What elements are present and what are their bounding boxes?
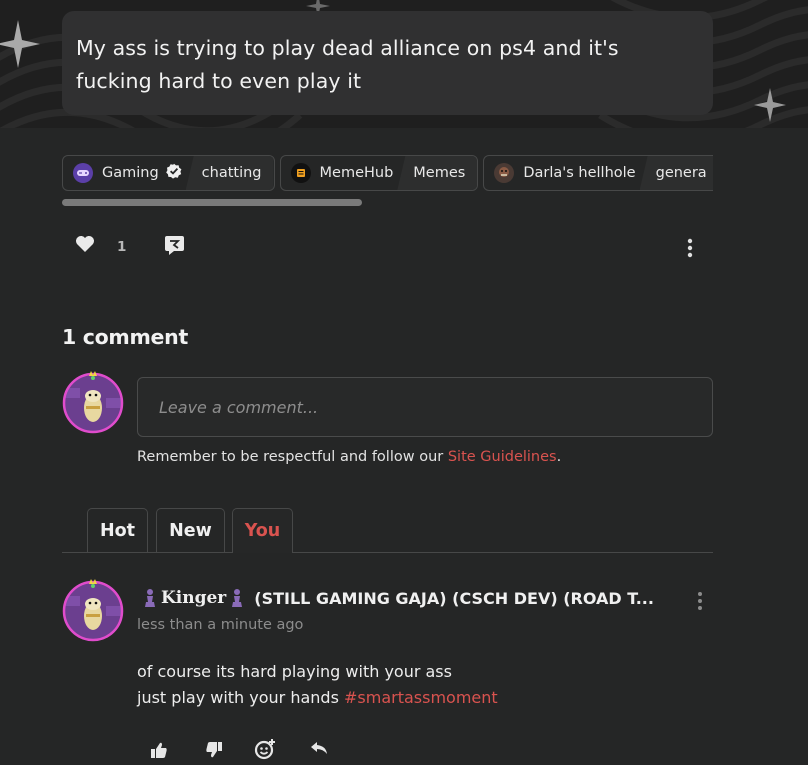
comment-reaction-button[interactable]	[164, 235, 185, 256]
more-vertical-icon	[687, 238, 693, 258]
site-guidelines-link[interactable]: Site Guidelines	[448, 449, 557, 465]
comment-more-options-button[interactable]	[696, 591, 704, 615]
reply-arrow-icon	[311, 742, 327, 754]
comment-timestamp: less than a minute ago	[137, 617, 304, 633]
emoji-add-icon	[254, 739, 275, 760]
post-more-options-button[interactable]	[686, 238, 694, 262]
subcategory-label[interactable]: chatting	[185, 156, 274, 190]
subcategory-label[interactable]: Memes	[397, 156, 478, 190]
comment-body: of course its hard playing with your ass…	[137, 659, 498, 711]
comment-user-flair: (STILL GAMING GAJA) (CSCH DEV) (ROAD T..…	[254, 588, 654, 608]
post-banner: My ass is trying to play dead alliance o…	[0, 0, 808, 128]
comment-author-row: Kinger (STILL GAMING GAJA) (CSCH DEV) (R…	[143, 585, 683, 611]
guidelines-text: Remember to be respectful and follow our	[137, 449, 448, 465]
memehub-icon	[290, 163, 311, 183]
subcategory-label[interactable]: genera	[639, 156, 713, 190]
comments-count-heading: 1 comment	[62, 325, 188, 349]
current-user-avatar[interactable]	[62, 368, 124, 434]
community-link[interactable]: Darla's hellhole	[484, 156, 645, 190]
like-button[interactable]	[75, 235, 95, 253]
tags-scrollbar[interactable]	[62, 199, 362, 206]
verified-badge-icon	[165, 163, 182, 183]
reply-button[interactable]	[309, 739, 329, 761]
tab-you[interactable]: You	[232, 508, 293, 553]
community-tags: Gaming chatting MemeHub Memes Darla's he…	[62, 155, 713, 193]
comment-input[interactable]: Leave a comment...	[137, 377, 713, 437]
guidelines-notice: Remember to be respectful and follow our…	[137, 449, 561, 465]
comment-sort-tabs: Hot New You	[62, 508, 713, 553]
tag-memehub[interactable]: MemeHub Memes	[279, 155, 479, 191]
comment-username[interactable]: Kinger	[161, 588, 226, 608]
speech-bubble-icon	[165, 236, 184, 255]
chess-pawn-icon	[145, 589, 155, 607]
sparkle-icon	[0, 20, 40, 68]
commenter-avatar[interactable]	[62, 576, 124, 642]
downvote-button[interactable]	[205, 741, 223, 763]
hashtag-link[interactable]: #smartassmoment	[344, 688, 498, 707]
more-vertical-icon	[698, 592, 702, 610]
upvote-button[interactable]	[150, 741, 168, 763]
community-link[interactable]: Gaming	[63, 156, 192, 190]
post-page: My ass is trying to play dead alliance o…	[0, 0, 808, 765]
community-name: Gaming	[102, 165, 159, 181]
thumbs-down-icon	[206, 742, 222, 758]
tag-darlas-hellhole[interactable]: Darla's hellhole genera	[483, 155, 713, 191]
community-name: MemeHub	[319, 165, 394, 181]
like-count: 1	[117, 239, 127, 255]
darla-avatar-icon	[494, 163, 515, 183]
community-link[interactable]: MemeHub	[281, 156, 404, 190]
comment-input-placeholder: Leave a comment...	[159, 397, 319, 417]
tag-gaming[interactable]: Gaming chatting	[62, 155, 275, 191]
comment-line-2-text: just play with your hands	[137, 688, 344, 707]
gamepad-icon	[73, 163, 93, 183]
tab-hot[interactable]: Hot	[87, 508, 148, 552]
post-title-card: My ass is trying to play dead alliance o…	[62, 11, 713, 115]
community-name: Darla's hellhole	[523, 165, 636, 181]
post-title: My ass is trying to play dead alliance o…	[76, 36, 619, 93]
comment-line-2: just play with your hands #smartassmomen…	[137, 685, 498, 711]
tab-new[interactable]: New	[156, 508, 225, 552]
thumbs-up-icon	[151, 742, 167, 758]
chess-pawn-icon	[232, 589, 243, 607]
add-reaction-button[interactable]	[254, 738, 276, 764]
heart-icon	[76, 236, 94, 252]
comment-line-1: of course its hard playing with your ass	[137, 662, 452, 681]
guidelines-end: .	[556, 449, 562, 465]
